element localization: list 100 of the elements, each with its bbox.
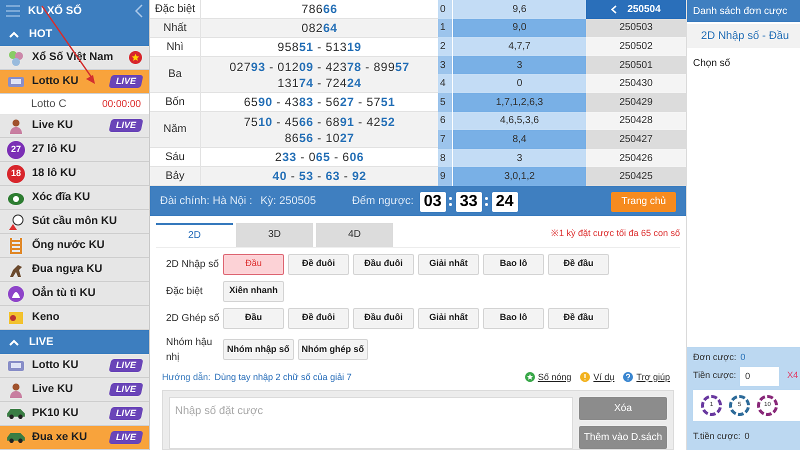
prize-numbers: 95851 - 51319 — [278, 39, 362, 55]
total-label: T.tiền cược: — [693, 430, 740, 442]
prize-numbers: 13174 - 72424 — [278, 74, 362, 90]
period-item[interactable]: 250504 — [586, 0, 686, 19]
live-badge: LIVE — [108, 383, 144, 396]
exclamation-icon — [580, 372, 590, 382]
bet-option-button[interactable]: Đề đầu — [548, 308, 609, 328]
bet-number-input[interactable]: Nhập số đặt cược — [169, 397, 573, 449]
person-icon — [7, 380, 25, 398]
bet-option-button[interactable]: Đầu đuôi — [353, 308, 414, 328]
amount-label: Tiền cược: — [693, 369, 736, 382]
sidebar-subitem[interactable]: Lotto C 00:00:00 — [0, 94, 149, 114]
bet-option-button[interactable]: Giải nhất — [418, 308, 479, 328]
prize-numbers: 40 - 53 - 63 - 92 — [272, 168, 366, 184]
digit-cell: 4 — [438, 74, 452, 93]
bet-limit-notice: ※1 kỳ đặt cược tối đa 65 con số — [551, 227, 680, 240]
prize-label: Bốn — [164, 94, 186, 110]
period-item[interactable]: 250503 — [586, 18, 686, 38]
bet-option-button[interactable]: Nhóm ghép số — [298, 339, 368, 360]
prize-label: Sáu — [164, 150, 186, 165]
digit-cell: 8 — [438, 148, 452, 168]
bet-option-button[interactable]: Đề đầu — [548, 254, 609, 274]
live-badge: LIVE — [108, 359, 144, 372]
digit-values: 3,0,1,2 — [452, 167, 586, 186]
sidebar-item[interactable]: Đua xe KU LIVE — [0, 426, 149, 450]
bet-option-button[interactable]: Giải nhất — [418, 254, 479, 274]
digit-cell: 7 — [438, 130, 452, 149]
choose-number-label: Chọn số — [692, 57, 732, 71]
sidebar-item[interactable]: 18 18 lô KU — [0, 162, 149, 186]
bet-option-button[interactable]: Đầu đuôi — [353, 254, 414, 274]
live-badge: LIVE — [108, 407, 144, 420]
digit-cell: 2 — [438, 37, 452, 56]
bet-type-label: Nhóm hậu nhị — [166, 336, 214, 364]
soccer-ball-icon — [7, 212, 25, 230]
bet-option-button[interactable]: Xiên nhanh — [223, 280, 284, 302]
bet-type-label: 2D Ghép số — [166, 312, 220, 326]
period-item[interactable]: 250501 — [586, 56, 686, 74]
sidebar-item[interactable]: 27 27 lô KU — [0, 138, 149, 162]
prize-numbers: 78666 — [302, 1, 338, 17]
bet-option-button[interactable]: Đề đuôi — [288, 308, 349, 328]
live-badge: LIVE — [108, 75, 144, 88]
question-icon — [623, 372, 634, 382]
help-link[interactable]: Ví dụ — [593, 370, 614, 384]
menu-icon[interactable] — [6, 5, 20, 17]
prize-numbers: 6590 - 4383 - 5627 - 5751 — [244, 94, 396, 110]
period-item[interactable]: 250426 — [586, 148, 686, 168]
digit-values: 9,0 — [452, 18, 586, 38]
live-badge: LIVE — [108, 431, 144, 444]
live-badge: LIVE — [108, 119, 144, 132]
digit-cell: 3 — [438, 56, 452, 74]
sidebar-item[interactable]: Lotto KU LIVE — [0, 70, 149, 94]
back-icon[interactable] — [135, 4, 143, 18]
prize-label: Nhì — [165, 40, 185, 55]
digit-cell: 5 — [438, 92, 452, 112]
digit-values: 0 — [452, 74, 586, 93]
bet-option-button[interactable]: Bao lô — [483, 308, 544, 328]
prize-label: Bảy — [164, 168, 186, 184]
bet-option-button[interactable]: Nhóm nhập số — [223, 339, 294, 360]
section-header[interactable]: LIVE — [0, 330, 149, 354]
chevron-left-icon[interactable] — [611, 4, 618, 14]
multiplier-label: X4 — [787, 369, 798, 382]
hand-icon — [7, 284, 25, 302]
lottery-balls-icon — [7, 48, 25, 66]
section-header[interactable]: HOT — [0, 22, 149, 46]
prize-label: Năm — [162, 122, 188, 138]
digit-values: 9,6 — [452, 0, 586, 19]
bet-option-button[interactable]: Bao lô — [483, 254, 544, 274]
orders-value: 0 — [740, 351, 746, 364]
period-item[interactable]: 250430 — [586, 74, 686, 93]
digit-cell: 0 — [438, 0, 452, 19]
orders-label: Đơn cược: — [693, 351, 736, 364]
ladder-icon — [7, 236, 25, 254]
guide-text: Dùng tay nhập 2 chữ số của giải 7 — [214, 370, 352, 384]
period-item[interactable]: 250429 — [586, 92, 686, 112]
period-item[interactable]: 250425 — [586, 167, 686, 186]
prize-numbers: 233 - 065 - 606 — [275, 149, 364, 165]
guide-label: Hướng dẫn: — [162, 370, 210, 384]
prize-numbers: 8656 - 1027 — [284, 130, 354, 146]
period-item[interactable]: 250427 — [586, 130, 686, 149]
chevron-up-icon — [9, 30, 19, 38]
help-link[interactable]: Số nóng — [538, 370, 572, 384]
period-item[interactable]: 250428 — [586, 112, 686, 130]
bet-option-button[interactable]: Đầu — [223, 308, 284, 328]
tab[interactable]: 4D — [316, 222, 393, 246]
digit-values: 8,4 — [452, 130, 586, 149]
star-flag-icon — [129, 51, 142, 64]
digit-cell: 9 — [438, 167, 452, 186]
help-link[interactable]: Trợ giúp — [636, 370, 670, 384]
digit-values: 4,6,5,3,6 — [452, 112, 586, 130]
digit-values: 1,7,1,2,6,3 — [452, 92, 586, 112]
total-value: 0 — [744, 430, 750, 442]
bet-mode-bar: 2D Nhập số - Đầu — [687, 24, 800, 48]
countdown-digits: 03 — [420, 192, 446, 212]
sidebar-title: KU XỔ SỐ — [28, 3, 83, 19]
race-car-icon — [7, 432, 25, 442]
bet-option-button[interactable]: Đề đuôi — [288, 254, 349, 274]
amount-input[interactable]: 0 — [740, 366, 780, 386]
bet-type-label: 2D Nhập số — [166, 258, 220, 272]
period-item[interactable]: 250502 — [586, 37, 686, 56]
tab[interactable]: 3D — [236, 222, 313, 246]
